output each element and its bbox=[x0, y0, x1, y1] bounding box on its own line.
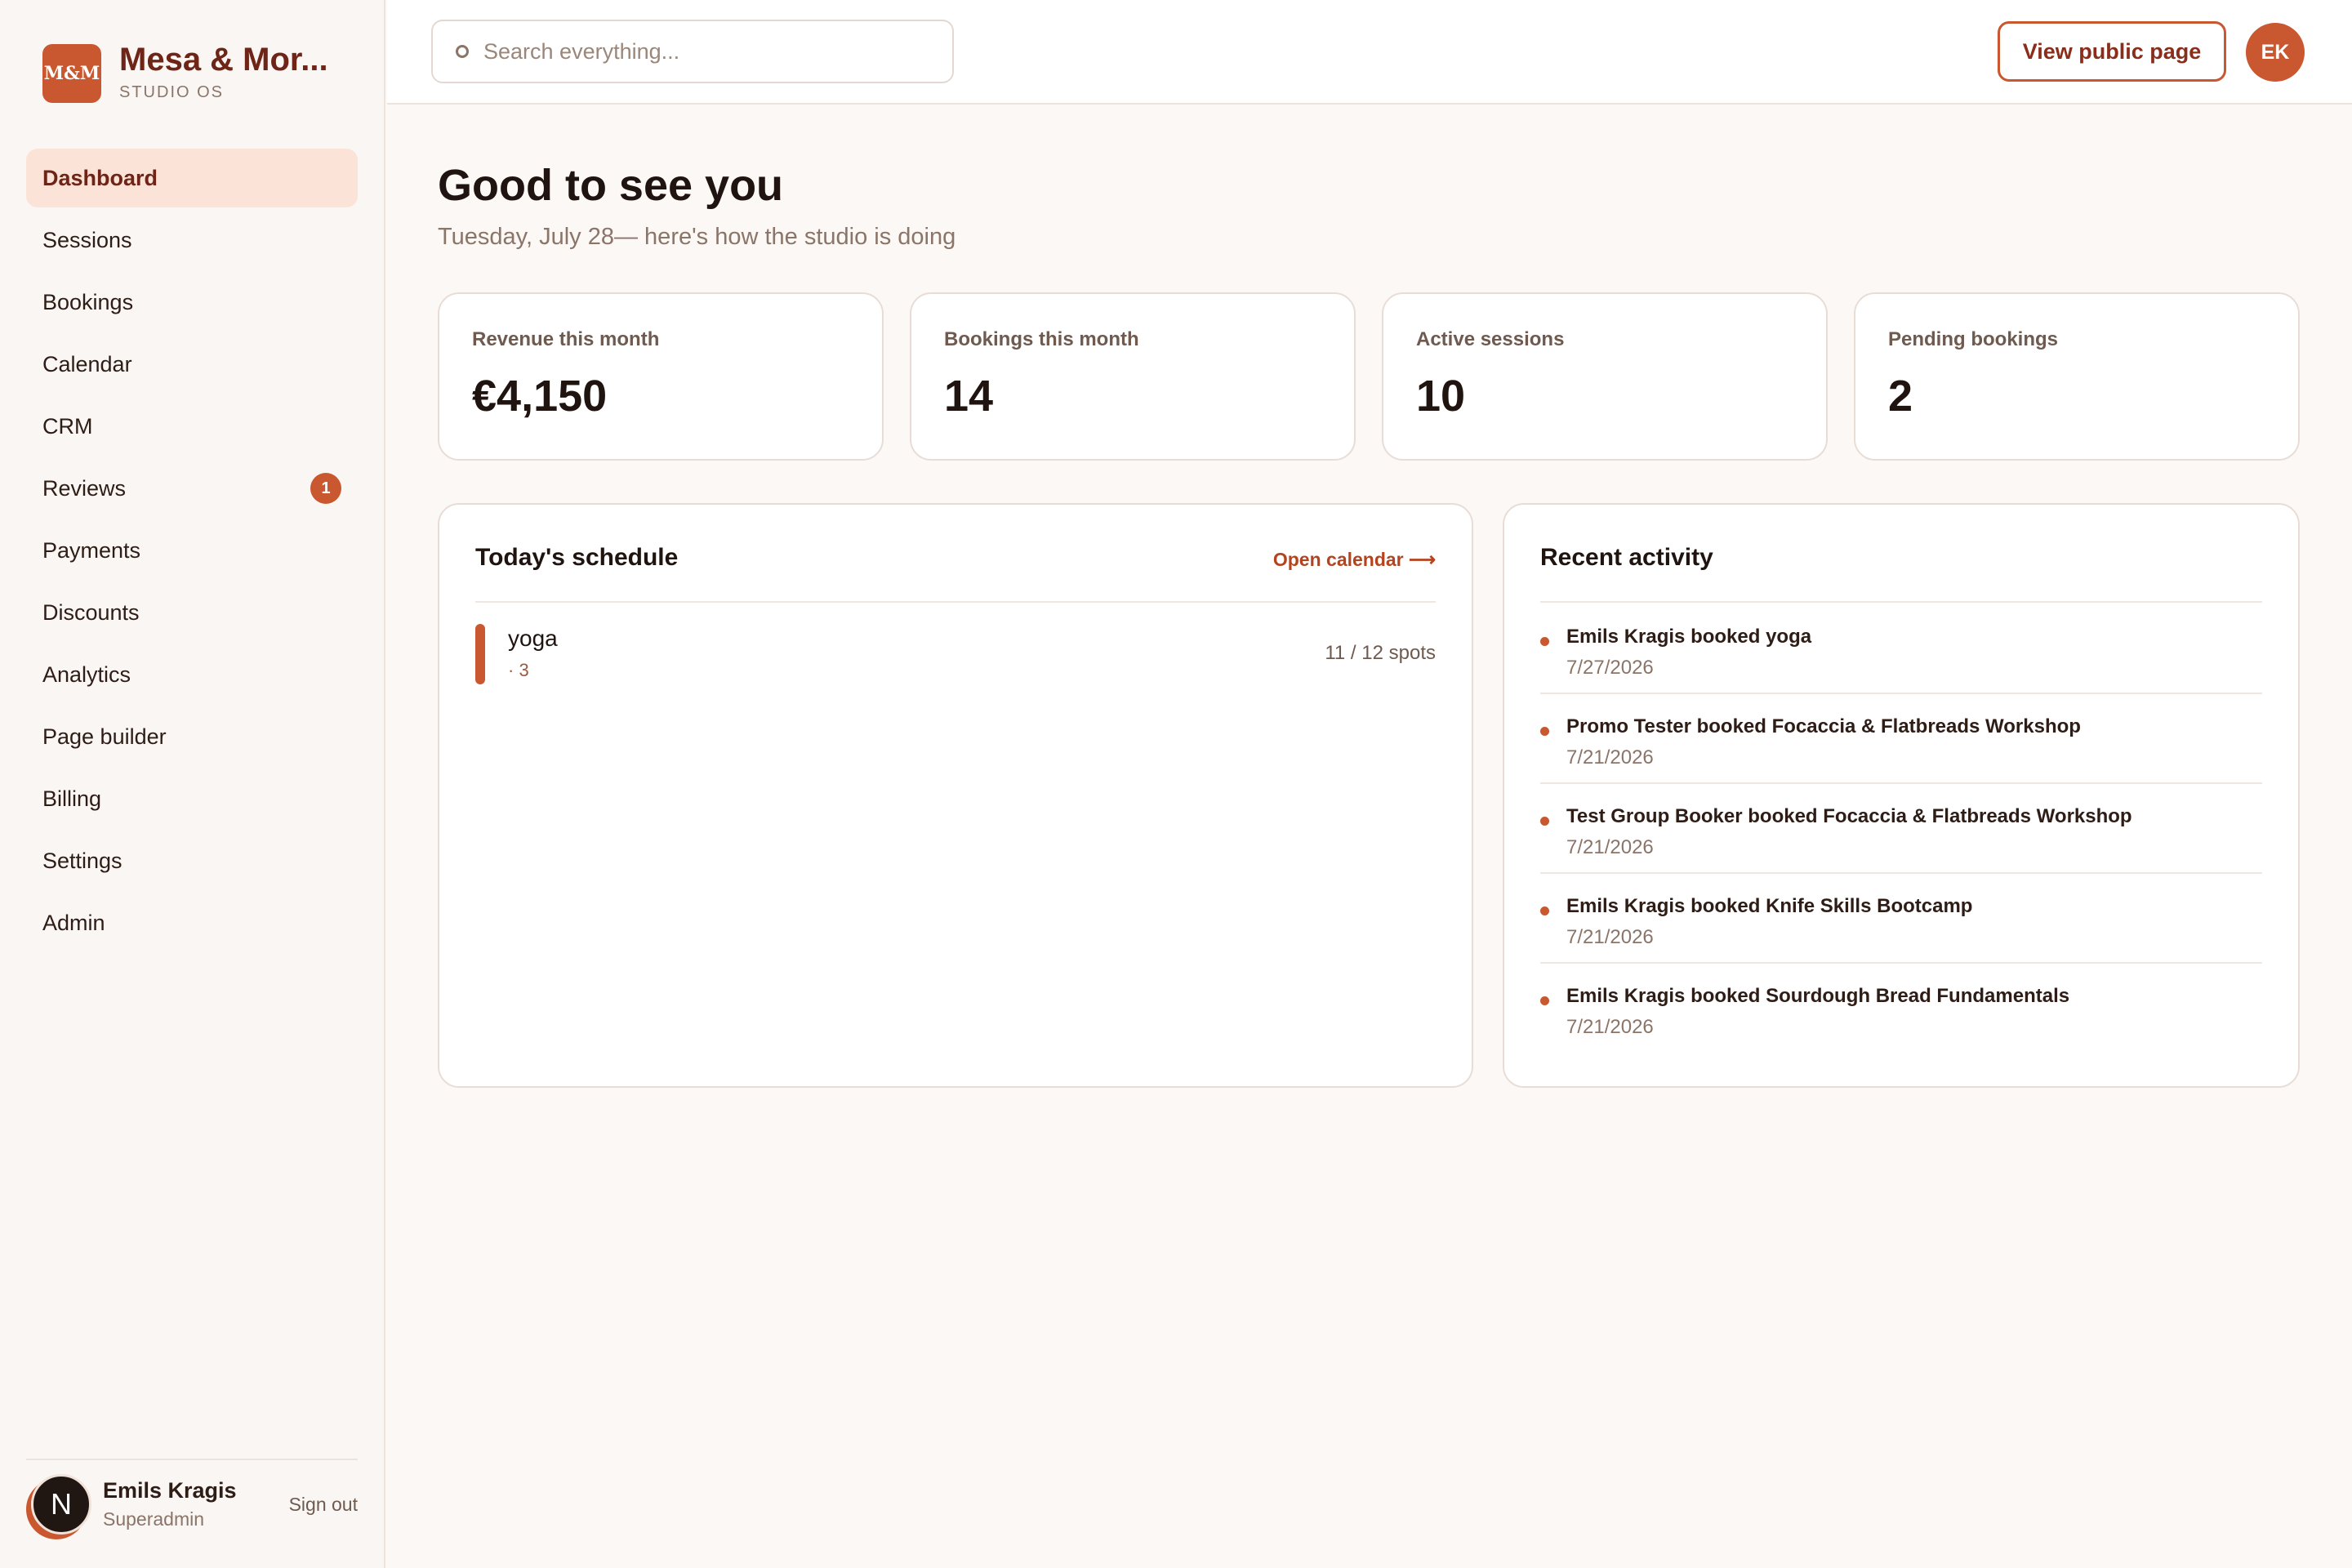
panel-title: Recent activity bbox=[1540, 544, 1713, 571]
topbar: View public page EK bbox=[387, 0, 2352, 105]
brand[interactable]: M&M Mesa & Mor... STUDIO OS bbox=[42, 41, 328, 103]
sidebar-item-label: Calendar bbox=[42, 351, 132, 376]
sidebar-item-payments[interactable]: Payments bbox=[26, 521, 358, 580]
sidebar-item-discounts[interactable]: Discounts bbox=[26, 583, 358, 642]
brand-subtitle: STUDIO OS bbox=[119, 83, 225, 101]
activity-date: 7/21/2026 bbox=[1566, 746, 1654, 768]
sidebar-item-admin[interactable]: Admin bbox=[26, 893, 358, 952]
brand-logo: M&M bbox=[42, 44, 101, 103]
stat-label: Bookings this month bbox=[944, 328, 1139, 350]
stat-value: 2 bbox=[1888, 372, 1913, 421]
panel-title: Today's schedule bbox=[475, 544, 679, 571]
sidebar-item-analytics[interactable]: Analytics bbox=[26, 645, 358, 704]
sidebar-item-label: Payments bbox=[42, 537, 141, 563]
sidebar-item-label: Analytics bbox=[42, 662, 131, 687]
schedule-item-meta: · 3 bbox=[508, 660, 529, 680]
stat-card-active-sessions: Active sessions 10 bbox=[1382, 292, 1828, 461]
schedule-item-name: yoga bbox=[508, 626, 558, 651]
sidebar-item-label: Billing bbox=[42, 786, 102, 811]
stat-value: 14 bbox=[944, 372, 994, 421]
sidebar-item-label: Reviews bbox=[42, 475, 127, 501]
activity-item: Promo Tester booked Focaccia & Flatbread… bbox=[1540, 694, 2262, 784]
stat-label: Active sessions bbox=[1416, 328, 1565, 350]
activity-date: 7/21/2026 bbox=[1566, 1016, 1654, 1038]
sidebar-item-page-builder[interactable]: Page builder bbox=[26, 707, 358, 766]
stat-card-revenue: Revenue this month €4,150 bbox=[438, 292, 884, 461]
recent-activity-panel: Recent activity Emils Kragis booked yoga… bbox=[1503, 503, 2300, 1088]
panel-header: Today's schedule Open calendar ⟶ bbox=[475, 544, 1436, 603]
schedule-item-spots: 11 / 12 spots bbox=[1325, 642, 1436, 664]
sidebar-item-settings[interactable]: Settings bbox=[26, 831, 358, 890]
user-name: Emils Kragis bbox=[103, 1478, 237, 1503]
schedule-color-bar bbox=[475, 624, 485, 684]
activity-item: Emils Kragis booked yoga 7/27/2026 bbox=[1540, 604, 2262, 694]
search-icon bbox=[456, 45, 469, 58]
panel-header: Recent activity bbox=[1540, 544, 2262, 603]
sidebar-user-panel: N Emils Kragis Superadmin Sign out bbox=[26, 1459, 358, 1548]
activity-text: Emils Kragis booked Sourdough Bread Fund… bbox=[1566, 985, 2070, 1007]
sidebar: M&M Mesa & Mor... STUDIO OS Dashboard Se… bbox=[0, 0, 385, 1568]
todays-schedule-panel: Today's schedule Open calendar ⟶ yoga · … bbox=[438, 503, 1473, 1088]
open-calendar-link[interactable]: Open calendar ⟶ bbox=[1273, 549, 1436, 571]
sidebar-item-label: Sessions bbox=[42, 227, 132, 252]
sidebar-item-label: Discounts bbox=[42, 599, 140, 625]
activity-text: Test Group Booker booked Focaccia & Flat… bbox=[1566, 805, 2132, 827]
search-input[interactable] bbox=[483, 38, 941, 65]
sidebar-item-calendar[interactable]: Calendar bbox=[26, 335, 358, 394]
brand-name: Mesa & Mor... bbox=[119, 42, 328, 78]
stat-value: €4,150 bbox=[472, 372, 608, 421]
page-title: Good to see you bbox=[438, 161, 784, 210]
sidebar-item-label: Dashboard bbox=[42, 165, 158, 190]
user-avatar[interactable]: N bbox=[31, 1474, 91, 1535]
activity-dot bbox=[1540, 727, 1549, 736]
activity-date: 7/21/2026 bbox=[1566, 836, 1654, 858]
user-role: Superadmin bbox=[103, 1508, 205, 1530]
activity-date: 7/21/2026 bbox=[1566, 926, 1654, 948]
sidebar-item-dashboard[interactable]: Dashboard bbox=[26, 149, 358, 207]
sign-out-button[interactable]: Sign out bbox=[289, 1494, 358, 1516]
stat-label: Revenue this month bbox=[472, 328, 660, 350]
activity-text: Emils Kragis booked Knife Skills Bootcam… bbox=[1566, 895, 1973, 917]
sidebar-item-label: Page builder bbox=[42, 724, 167, 749]
sidebar-nav: Dashboard Sessions Bookings Calendar CRM… bbox=[26, 149, 358, 956]
sidebar-item-bookings[interactable]: Bookings bbox=[26, 273, 358, 332]
activity-dot bbox=[1540, 817, 1549, 826]
sidebar-item-crm[interactable]: CRM bbox=[26, 397, 358, 456]
sidebar-item-reviews[interactable]: Reviews 1 bbox=[26, 459, 358, 518]
sidebar-item-label: Admin bbox=[42, 910, 105, 935]
activity-dot bbox=[1540, 996, 1549, 1005]
activity-item: Test Group Booker booked Focaccia & Flat… bbox=[1540, 784, 2262, 874]
activity-date: 7/27/2026 bbox=[1566, 657, 1654, 679]
activity-item: Emils Kragis booked Sourdough Bread Fund… bbox=[1540, 964, 2262, 1054]
account-avatar[interactable]: EK bbox=[2246, 23, 2305, 82]
sidebar-item-billing[interactable]: Billing bbox=[26, 769, 358, 828]
schedule-item[interactable]: yoga · 3 11 / 12 spots bbox=[475, 621, 1436, 686]
stat-label: Pending bookings bbox=[1888, 328, 2058, 350]
activity-dot bbox=[1540, 906, 1549, 915]
page-subtitle: Tuesday, July 28— here's how the studio … bbox=[438, 224, 956, 250]
sidebar-item-sessions[interactable]: Sessions bbox=[26, 211, 358, 270]
activity-dot bbox=[1540, 637, 1549, 646]
activity-text: Promo Tester booked Focaccia & Flatbread… bbox=[1566, 715, 2081, 737]
stat-card-pending-bookings: Pending bookings 2 bbox=[1854, 292, 2300, 461]
view-public-page-button[interactable]: View public page bbox=[1998, 21, 2226, 82]
stat-value: 10 bbox=[1416, 372, 1466, 421]
sidebar-item-label: Settings bbox=[42, 848, 122, 873]
search-box[interactable] bbox=[431, 20, 954, 83]
activity-item: Emils Kragis booked Knife Skills Bootcam… bbox=[1540, 874, 2262, 964]
sidebar-item-label: Bookings bbox=[42, 289, 134, 314]
activity-text: Emils Kragis booked yoga bbox=[1566, 626, 1812, 648]
sidebar-item-label: CRM bbox=[42, 413, 93, 439]
stat-card-bookings: Bookings this month 14 bbox=[910, 292, 1356, 461]
activity-list: Emils Kragis booked yoga 7/27/2026 Promo… bbox=[1540, 604, 2262, 1054]
reviews-count-badge: 1 bbox=[310, 473, 341, 504]
